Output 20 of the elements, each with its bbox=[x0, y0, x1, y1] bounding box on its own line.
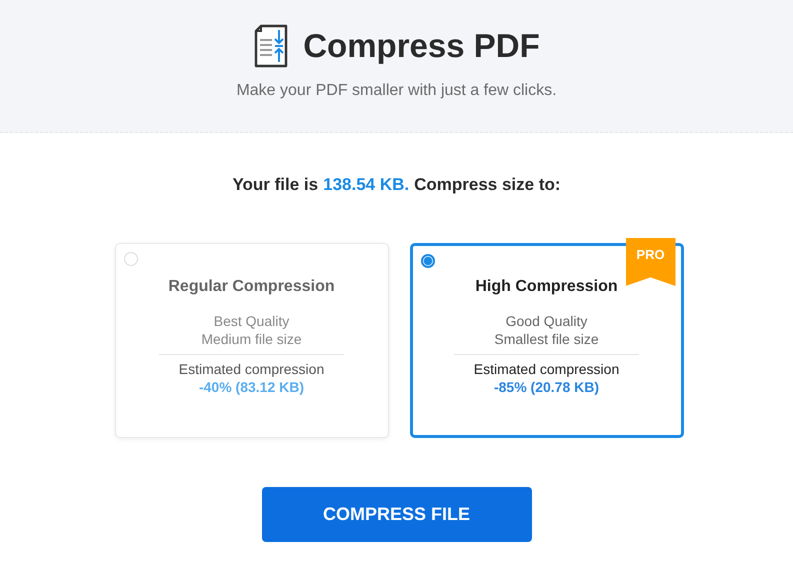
document-compress-icon bbox=[253, 24, 290, 68]
pro-badge: PRO bbox=[626, 238, 676, 286]
page-title: Compress PDF bbox=[303, 27, 540, 65]
page-subtitle: Make your PDF smaller with just a few clicks. bbox=[236, 82, 557, 100]
estimate-value: -40% (83.12 KB) bbox=[198, 379, 304, 395]
option-title: Regular Compression bbox=[168, 278, 335, 296]
size-note: Smallest file size bbox=[494, 330, 599, 348]
estimate-label: Estimated compression bbox=[474, 361, 620, 377]
file-info-text: Compress size to: bbox=[414, 175, 561, 195]
option-title: High Compression bbox=[475, 278, 618, 296]
quality-text: Best Quality bbox=[212, 312, 290, 330]
option-card[interactable]: Regular Compression Best Quality Medium file size Estimated compression -40% (83.12 KB) bbox=[114, 243, 388, 438]
file-info-text: Your file is bbox=[232, 175, 318, 195]
quality-text: Good Quality bbox=[504, 312, 588, 330]
size-note: Medium file size bbox=[201, 330, 302, 348]
file-size: 138.54 KB. bbox=[323, 175, 410, 195]
estimate-value: -85% (20.78 KB) bbox=[494, 379, 600, 395]
radio-button[interactable] bbox=[420, 254, 434, 268]
estimate-label: Estimated compression bbox=[178, 361, 324, 377]
compress-button[interactable]: COMPRESS FILE bbox=[262, 487, 532, 542]
